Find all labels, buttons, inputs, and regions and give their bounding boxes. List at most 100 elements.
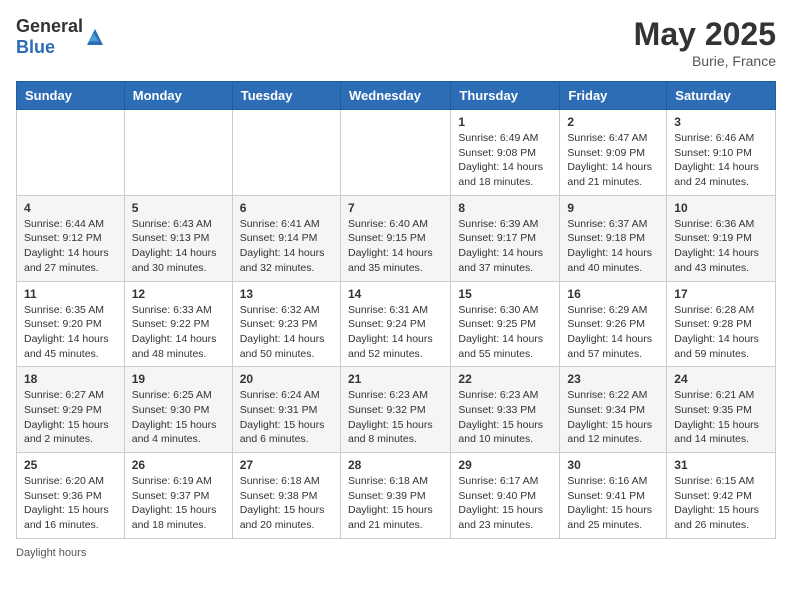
calendar-cell: 30 Sunrise: 6:16 AMSunset: 9:41 PMDayligh… (560, 453, 667, 539)
day-info: Sunrise: 6:43 AMSunset: 9:13 PMDaylight:… (132, 217, 225, 276)
calendar-cell: 10 Sunrise: 6:36 AMSunset: 9:19 PMDayligh… (667, 195, 776, 281)
calendar-week-row: 25 Sunrise: 6:20 AMSunset: 9:36 PMDayligh… (17, 453, 776, 539)
calendar-cell: 26 Sunrise: 6:19 AMSunset: 9:37 PMDayligh… (124, 453, 232, 539)
calendar-cell: 9 Sunrise: 6:37 AMSunset: 9:18 PMDaylight… (560, 195, 667, 281)
day-info: Sunrise: 6:46 AMSunset: 9:10 PMDaylight:… (674, 131, 768, 190)
day-number: 27 (240, 458, 333, 472)
day-number: 30 (567, 458, 659, 472)
calendar-cell (17, 110, 125, 196)
day-number: 3 (674, 115, 768, 129)
day-info: Sunrise: 6:18 AMSunset: 9:39 PMDaylight:… (348, 474, 443, 533)
day-number: 1 (458, 115, 552, 129)
day-info: Sunrise: 6:23 AMSunset: 9:32 PMDaylight:… (348, 388, 443, 447)
calendar-cell: 20Sunrise: 6:24 AMSunset: 9:31 PMDayligh… (232, 367, 340, 453)
day-number: 16 (567, 287, 659, 301)
calendar-cell: 4 Sunrise: 6:44 AMSunset: 9:12 PMDaylight… (17, 195, 125, 281)
calendar-cell: 5 Sunrise: 6:43 AMSunset: 9:13 PMDaylight… (124, 195, 232, 281)
calendar-cell: 23Sunrise: 6:22 AMSunset: 9:34 PMDayligh… (560, 367, 667, 453)
calendar-cell (124, 110, 232, 196)
day-number: 15 (458, 287, 552, 301)
day-number: 4 (24, 201, 117, 215)
footer: Daylight hours (16, 547, 776, 559)
calendar-cell: 2 Sunrise: 6:47 AMSunset: 9:09 PMDaylight… (560, 110, 667, 196)
page-header: General Blue May 2025 Burie, France (16, 16, 776, 69)
day-info: Sunrise: 6:41 AMSunset: 9:14 PMDaylight:… (240, 217, 333, 276)
day-info: Sunrise: 6:21 AMSunset: 9:35 PMDaylight:… (674, 388, 768, 447)
day-number: 31 (674, 458, 768, 472)
day-number: 9 (567, 201, 659, 215)
day-info: Sunrise: 6:25 AMSunset: 9:30 PMDaylight:… (132, 388, 225, 447)
calendar-cell: 27 Sunrise: 6:18 AMSunset: 9:38 PMDayligh… (232, 453, 340, 539)
day-info: Sunrise: 6:44 AMSunset: 9:12 PMDaylight:… (24, 217, 117, 276)
calendar-week-row: 18 Sunrise: 6:27 AMSunset: 9:29 PMDayligh… (17, 367, 776, 453)
calendar-header-row: SundayMondayTuesdayWednesdayThursdayFrid… (17, 82, 776, 110)
calendar-cell: 13 Sunrise: 6:32 AMSunset: 9:23 PMDayligh… (232, 281, 340, 367)
calendar-cell: 21Sunrise: 6:23 AMSunset: 9:32 PMDayligh… (340, 367, 450, 453)
calendar-week-row: 11Sunrise: 6:35 AMSunset: 9:20 PMDayligh… (17, 281, 776, 367)
calendar-day-header: Friday (560, 82, 667, 110)
logo-text: General Blue (16, 16, 83, 58)
calendar-cell: 25 Sunrise: 6:20 AMSunset: 9:36 PMDayligh… (17, 453, 125, 539)
day-info: Sunrise: 6:20 AMSunset: 9:36 PMDaylight:… (24, 474, 117, 533)
day-info: Sunrise: 6:32 AMSunset: 9:23 PMDaylight:… (240, 303, 333, 362)
calendar-day-header: Saturday (667, 82, 776, 110)
calendar-day-header: Thursday (451, 82, 560, 110)
day-info: Sunrise: 6:31 AMSunset: 9:24 PMDaylight:… (348, 303, 443, 362)
day-info: Sunrise: 6:28 AMSunset: 9:28 PMDaylight:… (674, 303, 768, 362)
day-number: 11 (24, 287, 117, 301)
day-info: Sunrise: 6:36 AMSunset: 9:19 PMDaylight:… (674, 217, 768, 276)
day-number: 5 (132, 201, 225, 215)
calendar-cell: 31 Sunrise: 6:15 AMSunset: 9:42 PMDayligh… (667, 453, 776, 539)
day-info: Sunrise: 6:33 AMSunset: 9:22 PMDaylight:… (132, 303, 225, 362)
calendar-day-header: Monday (124, 82, 232, 110)
day-info: Sunrise: 6:39 AMSunset: 9:17 PMDaylight:… (458, 217, 552, 276)
day-info: Sunrise: 6:16 AMSunset: 9:41 PMDaylight:… (567, 474, 659, 533)
location-title: Burie, France (634, 53, 776, 69)
day-info: Sunrise: 6:22 AMSunset: 9:34 PMDaylight:… (567, 388, 659, 447)
calendar-cell: 1 Sunrise: 6:49 AMSunset: 9:08 PMDaylight… (451, 110, 560, 196)
calendar-cell: 22 Sunrise: 6:23 AMSunset: 9:33 PMDayligh… (451, 367, 560, 453)
day-info: Sunrise: 6:27 AMSunset: 9:29 PMDaylight:… (24, 388, 117, 447)
calendar-day-header: Tuesday (232, 82, 340, 110)
day-number: 8 (458, 201, 552, 215)
title-block: May 2025 Burie, France (634, 16, 776, 69)
day-number: 22 (458, 372, 552, 386)
day-number: 17 (674, 287, 768, 301)
day-number: 14 (348, 287, 443, 301)
day-number: 12 (132, 287, 225, 301)
day-number: 10 (674, 201, 768, 215)
calendar-cell: 17 Sunrise: 6:28 AMSunset: 9:28 PMDayligh… (667, 281, 776, 367)
calendar-cell: 8 Sunrise: 6:39 AMSunset: 9:17 PMDaylight… (451, 195, 560, 281)
day-number: 26 (132, 458, 225, 472)
day-info: Sunrise: 6:47 AMSunset: 9:09 PMDaylight:… (567, 131, 659, 190)
day-number: 25 (24, 458, 117, 472)
day-info: Sunrise: 6:18 AMSunset: 9:38 PMDaylight:… (240, 474, 333, 533)
day-number: 2 (567, 115, 659, 129)
calendar-day-header: Wednesday (340, 82, 450, 110)
calendar-cell: 11Sunrise: 6:35 AMSunset: 9:20 PMDayligh… (17, 281, 125, 367)
calendar-cell: 14 Sunrise: 6:31 AMSunset: 9:24 PMDayligh… (340, 281, 450, 367)
day-info: Sunrise: 6:23 AMSunset: 9:33 PMDaylight:… (458, 388, 552, 447)
calendar-cell: 12 Sunrise: 6:33 AMSunset: 9:22 PMDayligh… (124, 281, 232, 367)
day-info: Sunrise: 6:19 AMSunset: 9:37 PMDaylight:… (132, 474, 225, 533)
calendar-week-row: 1 Sunrise: 6:49 AMSunset: 9:08 PMDaylight… (17, 110, 776, 196)
calendar-cell: 28Sunrise: 6:18 AMSunset: 9:39 PMDayligh… (340, 453, 450, 539)
calendar-table: SundayMondayTuesdayWednesdayThursdayFrid… (16, 81, 776, 539)
day-info: Sunrise: 6:37 AMSunset: 9:18 PMDaylight:… (567, 217, 659, 276)
logo-blue: Blue (16, 37, 55, 57)
day-info: Sunrise: 6:40 AMSunset: 9:15 PMDaylight:… (348, 217, 443, 276)
day-number: 13 (240, 287, 333, 301)
day-number: 7 (348, 201, 443, 215)
day-info: Sunrise: 6:15 AMSunset: 9:42 PMDaylight:… (674, 474, 768, 533)
day-number: 19 (132, 372, 225, 386)
day-number: 18 (24, 372, 117, 386)
calendar-cell: 16Sunrise: 6:29 AMSunset: 9:26 PMDayligh… (560, 281, 667, 367)
calendar-cell: 29 Sunrise: 6:17 AMSunset: 9:40 PMDayligh… (451, 453, 560, 539)
calendar-day-header: Sunday (17, 82, 125, 110)
month-title: May 2025 (634, 16, 776, 53)
day-info: Sunrise: 6:17 AMSunset: 9:40 PMDaylight:… (458, 474, 552, 533)
daylight-label: Daylight hours (16, 547, 86, 559)
day-info: Sunrise: 6:49 AMSunset: 9:08 PMDaylight:… (458, 131, 552, 190)
calendar-cell: 18 Sunrise: 6:27 AMSunset: 9:29 PMDayligh… (17, 367, 125, 453)
day-number: 29 (458, 458, 552, 472)
